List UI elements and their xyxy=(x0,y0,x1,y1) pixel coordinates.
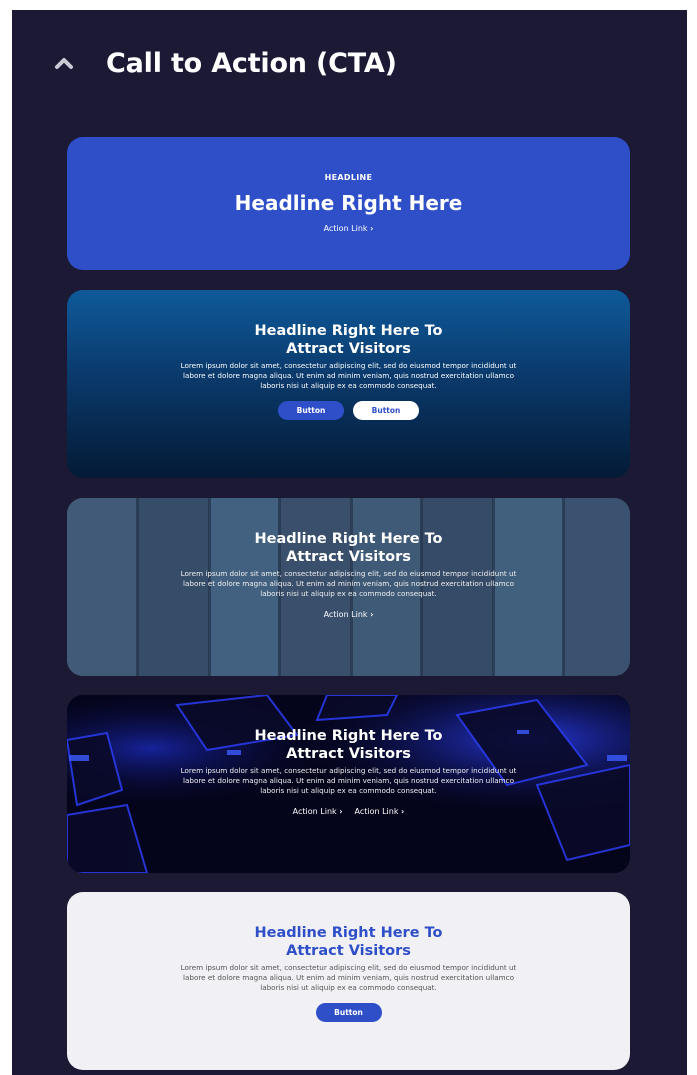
chevron-up-icon[interactable] xyxy=(52,51,76,75)
card-headline: Headline Right Here To Attract Visitors xyxy=(199,322,499,358)
primary-button[interactable]: Button xyxy=(315,1003,382,1022)
chevron-right-icon: › xyxy=(339,807,343,816)
headline-line-2: Attract Visitors xyxy=(286,341,411,357)
cta-card-wood: Headline Right Here To Attract Visitors … xyxy=(67,498,630,676)
section-toggle[interactable]: Call to Action (CTA) xyxy=(52,40,397,86)
card-body-text: Lorem ipsum dolor sit amet, consectetur … xyxy=(180,963,517,992)
chevron-right-icon: › xyxy=(401,807,405,816)
action-link-label: Action Link xyxy=(292,807,337,816)
card-headline: Headline Right Here To Attract Visitors xyxy=(199,727,499,763)
cta-card-gradient: Headline Right Here To Attract Visitors … xyxy=(67,290,630,478)
card-body-text: Lorem ipsum dolor sit amet, consectetur … xyxy=(180,766,517,795)
action-link-label: Action Link xyxy=(354,807,399,816)
cta-card-keyboard: Headline Right Here To Attract Visitors … xyxy=(67,695,630,873)
action-link-label: Action Link xyxy=(323,610,368,619)
headline-line-1: Headline Right Here To xyxy=(254,728,443,744)
cta-panel: Call to Action (CTA) HEADLINE Headline R… xyxy=(12,10,687,1075)
card-headline: Headline Right Here To Attract Visitors xyxy=(199,924,499,960)
cta-card-simple: HEADLINE Headline Right Here Action Link… xyxy=(67,137,630,270)
primary-button[interactable]: Button xyxy=(278,401,344,420)
headline-line-2: Attract Visitors xyxy=(286,943,411,959)
card-body-text: Lorem ipsum dolor sit amet, consectetur … xyxy=(180,569,517,598)
headline-line-1: Headline Right Here To xyxy=(254,925,443,941)
headline-line-1: Headline Right Here To xyxy=(254,323,443,339)
section-title: Call to Action (CTA) xyxy=(106,47,397,79)
eyebrow-text: HEADLINE xyxy=(324,173,373,182)
headline-line-2: Attract Visitors xyxy=(286,746,411,762)
chevron-right-icon: › xyxy=(370,610,374,619)
action-link-label: Action Link xyxy=(323,224,368,233)
headline-line-2: Attract Visitors xyxy=(286,549,411,565)
secondary-button[interactable]: Button xyxy=(353,401,419,420)
action-link[interactable]: Action Link › xyxy=(324,224,374,233)
chevron-right-icon: › xyxy=(370,224,374,233)
cta-card-light: Headline Right Here To Attract Visitors … xyxy=(67,892,630,1070)
card-headline: Headline Right Here xyxy=(234,191,463,215)
card-headline: Headline Right Here To Attract Visitors xyxy=(199,530,499,566)
action-link[interactable]: Action Link › xyxy=(324,610,374,619)
card-body-text: Lorem ipsum dolor sit amet, consectetur … xyxy=(180,361,517,390)
action-link-2[interactable]: Action Link › xyxy=(355,807,405,816)
action-link-1[interactable]: Action Link › xyxy=(293,807,343,816)
headline-line-1: Headline Right Here To xyxy=(254,531,443,547)
